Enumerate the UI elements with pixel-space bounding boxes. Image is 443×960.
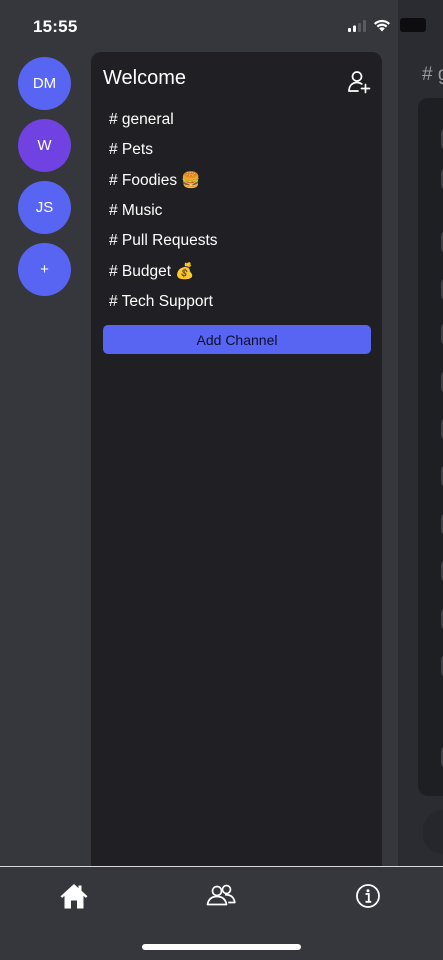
- tab-friends[interactable]: [201, 879, 241, 913]
- server-button-dm[interactable]: DM: [18, 57, 71, 110]
- status-icons: [348, 19, 391, 32]
- message-list: [418, 98, 443, 796]
- chat-channel-title: # g: [422, 64, 443, 85]
- channel-list: # general # Pets # Foodies 🍔 # Music # P…: [109, 105, 218, 317]
- tab-info[interactable]: [348, 879, 388, 913]
- home-icon: [60, 884, 88, 909]
- tab-home[interactable]: [54, 879, 94, 913]
- battery-icon: [400, 18, 426, 32]
- wifi-icon: [374, 19, 390, 32]
- channel-item-pull-requests[interactable]: # Pull Requests: [109, 226, 218, 256]
- add-channel-button[interactable]: Add Channel: [103, 325, 371, 354]
- server-button-js[interactable]: JS: [18, 181, 71, 234]
- home-indicator[interactable]: [142, 944, 301, 950]
- server-title: Welcome: [103, 67, 186, 89]
- people-icon: [206, 884, 236, 906]
- channel-item-foodies[interactable]: # Foodies 🍔: [109, 166, 218, 196]
- channel-item-general[interactable]: # general: [109, 105, 218, 135]
- signal-icon: [348, 19, 366, 32]
- channel-item-pets[interactable]: # Pets: [109, 135, 218, 165]
- message-input[interactable]: [423, 810, 443, 854]
- add-user-icon[interactable]: [346, 69, 372, 95]
- channel-panel: Welcome # general # Pets # Foodies 🍔 # M…: [91, 52, 382, 882]
- server-button-w[interactable]: W: [18, 119, 71, 172]
- channel-item-music[interactable]: # Music: [109, 196, 218, 226]
- channel-item-budget[interactable]: # Budget 💰: [109, 256, 218, 286]
- info-icon: [356, 884, 380, 908]
- server-list: DM W JS +: [0, 0, 91, 866]
- channel-item-tech-support[interactable]: # Tech Support: [109, 287, 218, 317]
- chat-panel-peek[interactable]: # g: [398, 0, 443, 866]
- add-server-button[interactable]: +: [18, 243, 71, 296]
